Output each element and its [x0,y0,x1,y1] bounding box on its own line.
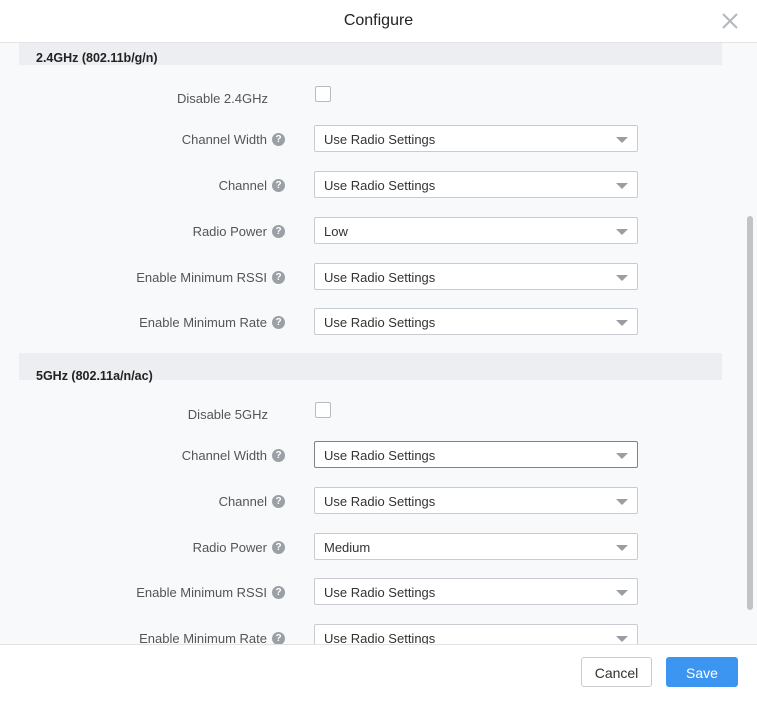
channel-width-select-24ghz[interactable]: Use Radio Settings [314,125,638,152]
help-icon[interactable]: ? [272,133,285,146]
field-label: Radio Power? [193,540,285,555]
help-icon[interactable]: ? [272,449,285,462]
help-icon[interactable]: ? [272,316,285,329]
row-5-min-rate: Enable Minimum Rate? Use Radio Settings [0,624,740,644]
field-label: Enable Minimum RSSI? [136,585,285,600]
help-icon[interactable]: ? [272,632,285,644]
section-title-5ghz: 5GHz (802.11a/n/ac) [36,369,153,383]
field-label: Channel Width? [182,448,285,463]
caret-down-icon [616,590,628,596]
min-rssi-select-24ghz[interactable]: Use Radio Settings [314,263,638,290]
dialog-header: Configure [0,0,757,43]
close-icon[interactable] [719,10,741,32]
caret-down-icon [616,137,628,143]
caret-down-icon [616,499,628,505]
field-label-text: Enable Minimum RSSI [136,585,267,600]
select-value: Use Radio Settings [324,132,436,147]
select-value: Low [324,224,348,239]
field-label: Radio Power? [193,224,285,239]
field-label-text: Radio Power [192,224,267,239]
select-value: Use Radio Settings [324,448,436,463]
disable-5ghz-label: Disable 5GHz [187,407,268,422]
field-label: Enable Minimum Rate? [139,631,285,644]
help-icon[interactable]: ? [272,541,285,554]
field-label-text: Enable Minimum Rate [139,631,267,644]
select-value: Use Radio Settings [324,631,436,644]
min-rate-select-24ghz[interactable]: Use Radio Settings [314,308,638,335]
field-label-text: Channel [218,178,267,193]
dialog-footer: Cancel Save [0,644,757,704]
row-24-channel-width: Channel Width? Use Radio Settings [0,125,740,155]
caret-down-icon [616,320,628,326]
help-icon[interactable]: ? [272,495,285,508]
row-24-min-rate: Enable Minimum Rate? Use Radio Settings [0,308,740,338]
save-button[interactable]: Save [666,657,738,687]
caret-down-icon [616,275,628,281]
field-label-text: Channel [218,494,267,509]
select-value: Use Radio Settings [324,178,436,193]
row-disable-5ghz: Disable 5GHz [0,400,740,430]
select-value: Medium [324,540,371,555]
vertical-scrollbar[interactable] [747,216,753,610]
configure-dialog: Configure 2.4GHz (802.11b/g/n) Disable 2… [0,0,757,704]
help-icon[interactable]: ? [272,225,285,238]
field-label-text: Channel Width [181,132,267,147]
channel-select-5ghz[interactable]: Use Radio Settings [314,487,638,514]
caret-down-icon [616,183,628,189]
disable-24ghz-checkbox[interactable] [315,86,331,102]
section-header-24ghz: 2.4GHz (802.11b/g/n) [19,43,722,65]
min-rate-select-5ghz[interactable]: Use Radio Settings [314,624,638,644]
row-24-channel: Channel? Use Radio Settings [0,171,740,201]
field-label: Channel Width? [182,132,285,147]
field-label-text: Enable Minimum RSSI [136,270,267,285]
field-label: Channel? [219,494,285,509]
disable-5ghz-checkbox[interactable] [315,402,331,418]
channel-width-select-5ghz[interactable]: Use Radio Settings [314,441,638,468]
cancel-button[interactable]: Cancel [581,657,652,687]
row-disable-24ghz: Disable 2.4GHz [0,84,740,114]
field-label: Enable Minimum RSSI? [136,270,285,285]
row-5-min-rssi: Enable Minimum RSSI? Use Radio Settings [0,578,740,608]
caret-down-icon [616,229,628,235]
select-value: Use Radio Settings [324,315,436,330]
help-icon[interactable]: ? [272,586,285,599]
disable-24ghz-label: Disable 2.4GHz [176,91,268,106]
select-value: Use Radio Settings [324,270,436,285]
field-label-text: Radio Power [192,540,267,555]
field-label: Enable Minimum Rate? [139,315,285,330]
row-5-channel: Channel? Use Radio Settings [0,487,740,517]
radio-power-select-5ghz[interactable]: Medium [314,533,638,560]
field-label-text: Channel Width [181,448,267,463]
help-icon[interactable]: ? [272,179,285,192]
section-title-24ghz: 2.4GHz (802.11b/g/n) [36,51,158,65]
caret-down-icon [616,636,628,642]
field-label: Channel? [219,178,285,193]
row-5-radio-power: Radio Power? Medium [0,533,740,563]
field-label-text: Enable Minimum Rate [139,315,267,330]
select-value: Use Radio Settings [324,585,436,600]
min-rssi-select-5ghz[interactable]: Use Radio Settings [314,578,638,605]
row-24-radio-power: Radio Power? Low [0,217,740,247]
caret-down-icon [616,453,628,459]
help-icon[interactable]: ? [272,271,285,284]
select-value: Use Radio Settings [324,494,436,509]
dialog-body: 2.4GHz (802.11b/g/n) Disable 2.4GHz Chan… [0,43,757,644]
dialog-title: Configure [343,12,414,29]
radio-power-select-24ghz[interactable]: Low [314,217,638,244]
section-header-5ghz: 5GHz (802.11a/n/ac) [19,353,722,383]
row-24-min-rssi: Enable Minimum RSSI? Use Radio Settings [0,263,740,293]
row-5-channel-width: Channel Width? Use Radio Settings [0,441,740,471]
caret-down-icon [616,545,628,551]
channel-select-24ghz[interactable]: Use Radio Settings [314,171,638,198]
